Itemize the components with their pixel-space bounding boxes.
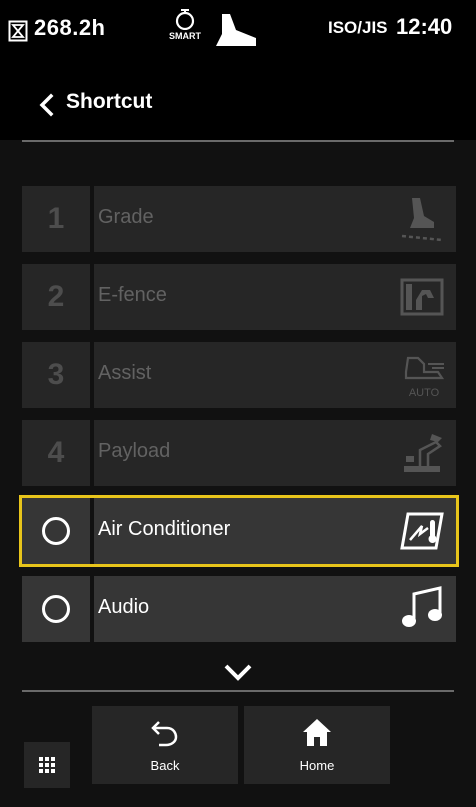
shortcut-cell: E-fence xyxy=(94,264,456,330)
air-conditioner-icon xyxy=(400,512,444,550)
shortcut-number-cell: 3 xyxy=(22,342,90,408)
machine-posture-icon xyxy=(216,14,256,46)
payload-icon xyxy=(404,434,442,472)
undo-arrow-icon xyxy=(151,721,178,747)
shortcut-number-cell: 1 xyxy=(22,186,90,252)
shortcut-label: Air Conditioner xyxy=(98,518,231,540)
chevron-down-icon[interactable] xyxy=(220,660,256,684)
back-label: Back xyxy=(150,758,180,773)
shortcut-row-air-conditioner[interactable]: Air Conditioner xyxy=(19,495,459,567)
shortcut-cell[interactable]: Audio xyxy=(94,576,456,642)
radio-button[interactable] xyxy=(42,517,70,545)
shortcut-number: 1 xyxy=(47,202,65,235)
back-button[interactable]: Back xyxy=(92,706,238,784)
home-icon xyxy=(303,719,331,746)
hour-meter-icon xyxy=(8,20,28,42)
status-bar: 268.2h SMART ISO/JIS 12:40 xyxy=(0,0,476,62)
header-divider xyxy=(22,140,454,142)
radio-button[interactable] xyxy=(42,595,70,623)
shortcut-label: Audio xyxy=(98,596,150,618)
shortcut-row-audio[interactable]: Audio xyxy=(22,576,456,642)
assist-auto-icon: AUTO xyxy=(404,356,445,399)
work-mode-indicator: SMART xyxy=(160,8,210,41)
shortcut-number-cell: 2 xyxy=(22,264,90,330)
grid-icon xyxy=(39,757,55,773)
shortcut-row-grade: 1 Grade xyxy=(22,186,456,252)
shortcut-radio-cell[interactable] xyxy=(22,576,90,642)
work-mode-label: SMART xyxy=(169,31,201,41)
home-button[interactable]: Home xyxy=(244,706,390,784)
shortcut-label: Assist xyxy=(98,362,152,384)
shortcut-row-assist: 3 Assist AUTO xyxy=(22,342,456,408)
shortcut-radio-cell[interactable] xyxy=(22,498,90,564)
home-label: Home xyxy=(299,758,335,773)
shortcut-number: 2 xyxy=(47,280,65,313)
hour-meter-value: 268.2h xyxy=(34,15,106,40)
shortcut-number: 3 xyxy=(47,358,65,391)
lever-pattern: ISO/JIS xyxy=(328,18,388,37)
shortcut-label: E-fence xyxy=(98,284,167,306)
chevron-left-icon[interactable] xyxy=(32,90,62,120)
grade-icon xyxy=(401,198,443,242)
shortcut-label: Grade xyxy=(98,206,154,228)
clock: 12:40 xyxy=(396,14,453,39)
shortcut-cell: Payload xyxy=(94,420,456,486)
screen-header: Shortcut xyxy=(0,62,476,142)
shortcut-label: Payload xyxy=(98,440,171,462)
e-fence-icon xyxy=(400,278,444,316)
shortcut-row-payload: 4 Payload xyxy=(22,420,456,486)
shortcut-cell[interactable]: Air Conditioner xyxy=(94,498,456,564)
page-title: Shortcut xyxy=(66,90,153,113)
shortcut-number-cell: 4 xyxy=(22,420,90,486)
shortcut-number: 4 xyxy=(47,436,65,469)
assist-auto-text: AUTO xyxy=(409,387,440,399)
shortcut-cell: Grade xyxy=(94,186,456,252)
menu-grid-button[interactable] xyxy=(24,742,70,788)
work-mode-icon xyxy=(175,9,195,31)
shortcut-cell: Assist AUTO xyxy=(94,342,456,408)
shortcut-row-e-fence: 2 E-fence xyxy=(22,264,456,330)
footer-divider xyxy=(22,690,454,692)
music-note-icon xyxy=(402,586,442,627)
